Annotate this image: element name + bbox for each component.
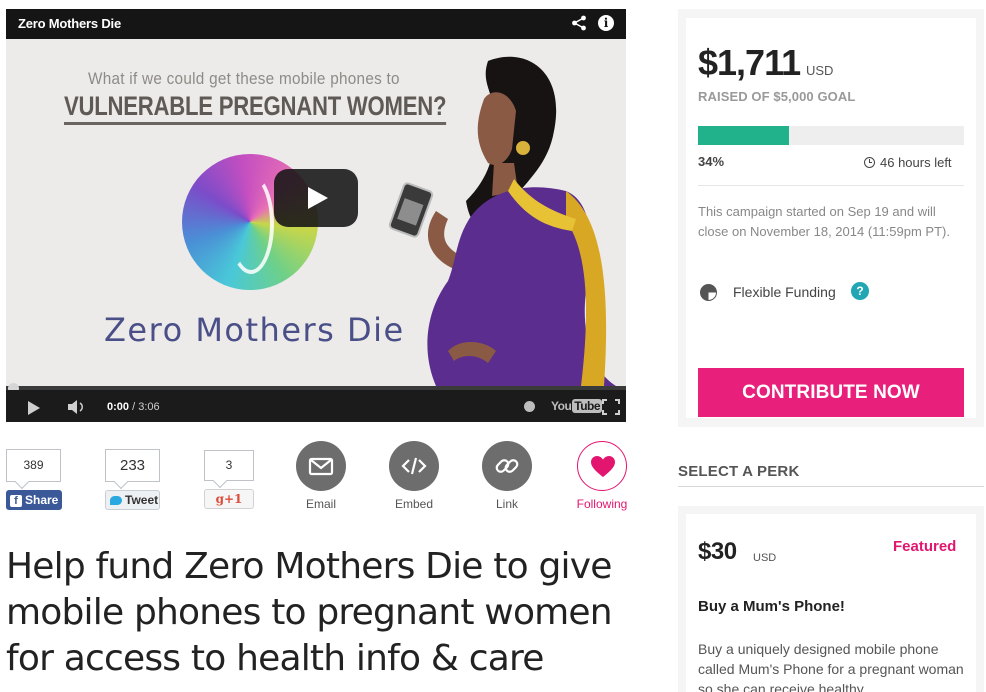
goal-text: RAISED OF $5,000 GOAL [698, 89, 856, 104]
video-poster[interactable]: What if we could get these mobile phones… [6, 39, 626, 386]
googleplus-button[interactable]: g+1 [204, 489, 254, 509]
perk-description: Buy a uniquely designed mobile phone cal… [698, 641, 964, 692]
pie-chart-icon [700, 284, 717, 301]
funding-progress-fill [698, 126, 790, 145]
video-title[interactable]: Zero Mothers Die [18, 16, 121, 31]
video-title-bar: Zero Mothers Die i [6, 9, 626, 39]
raised-currency: USD [806, 63, 834, 78]
watch-later-icon[interactable] [524, 401, 535, 412]
funding-panel: $1,711 USD RAISED OF $5,000 GOAL 34% 46 … [678, 9, 984, 427]
share-icon[interactable] [571, 15, 587, 31]
play-icon[interactable] [28, 401, 40, 415]
link-button[interactable] [482, 441, 532, 491]
help-icon[interactable]: ? [851, 282, 869, 300]
code-icon [401, 457, 427, 475]
video-player[interactable]: Zero Mothers Die i What if we could get … [6, 9, 626, 422]
logo-swirl [228, 174, 274, 274]
perk-title: Buy a Mum's Phone! [698, 598, 845, 615]
facebook-share-count: 389 [6, 449, 61, 482]
googleplus-count: 3 [204, 450, 254, 481]
envelope-icon [308, 457, 334, 476]
tweet-label: Tweet [125, 493, 159, 507]
duration: / 3:06 [132, 401, 160, 413]
time-left: 46 hours left [880, 155, 952, 170]
following-label[interactable]: Following [567, 497, 637, 511]
embed-button[interactable] [389, 441, 439, 491]
tweet-button[interactable]: Tweet [105, 490, 160, 510]
featured-badge: Featured [893, 538, 957, 555]
funding-card: $1,711 USD RAISED OF $5,000 GOAL 34% 46 … [686, 18, 976, 418]
perk-currency: USD [753, 552, 777, 564]
video-controls: 0:00 / 3:06 You Tube [6, 390, 626, 422]
tweet-count: 233 [105, 449, 160, 482]
email-button[interactable] [296, 441, 346, 491]
pregnant-woman-illustration [388, 56, 616, 386]
volume-icon[interactable] [66, 399, 88, 415]
perk-divider [678, 486, 984, 487]
youtube-tube: Tube [572, 399, 603, 413]
percent-funded: 34% [698, 154, 725, 169]
contribute-now-button[interactable]: CONTRIBUTE NOW [698, 368, 964, 417]
fullscreen-icon[interactable] [602, 399, 620, 415]
heart-icon [591, 456, 615, 477]
poster-question: What if we could get these mobile phones… [88, 69, 400, 88]
youtube-you: You [551, 399, 572, 413]
poster-brand: Zero Mothers Die [104, 311, 405, 349]
facebook-icon: f [10, 495, 22, 507]
current-time: 0:00 [107, 401, 130, 413]
email-label[interactable]: Email [286, 497, 356, 511]
facebook-share-label: Share [25, 493, 59, 507]
embed-label[interactable]: Embed [379, 497, 449, 511]
perk-price: $30 [698, 538, 737, 565]
link-label[interactable]: Link [472, 497, 542, 511]
play-button[interactable] [274, 169, 358, 227]
funding-progress-bar [698, 126, 964, 145]
link-icon [495, 459, 519, 473]
divider [698, 185, 964, 186]
clock-icon [864, 157, 875, 168]
campaign-title: Help fund Zero Mothers Die to give mobil… [6, 546, 613, 679]
perk-card[interactable]: $30 USD Featured Buy a Mum's Phone! Buy … [678, 506, 984, 692]
funding-type-label: Flexible Funding [733, 284, 836, 300]
youtube-logo[interactable]: You Tube [551, 399, 603, 413]
campaign-dates-note: This campaign started on Sep 19 and will… [698, 204, 950, 239]
info-icon[interactable]: i [598, 15, 614, 31]
follow-button[interactable] [577, 441, 627, 491]
twitter-bird-icon [110, 496, 122, 505]
select-perk-heading: SELECT A PERK [678, 463, 800, 480]
video-time: 0:00 / 3:06 [107, 401, 160, 413]
raised-amount: $1,711 [698, 42, 801, 83]
perk-card-body[interactable]: $30 USD Featured Buy a Mum's Phone! Buy … [686, 514, 976, 692]
facebook-share-button[interactable]: f Share [6, 490, 62, 510]
